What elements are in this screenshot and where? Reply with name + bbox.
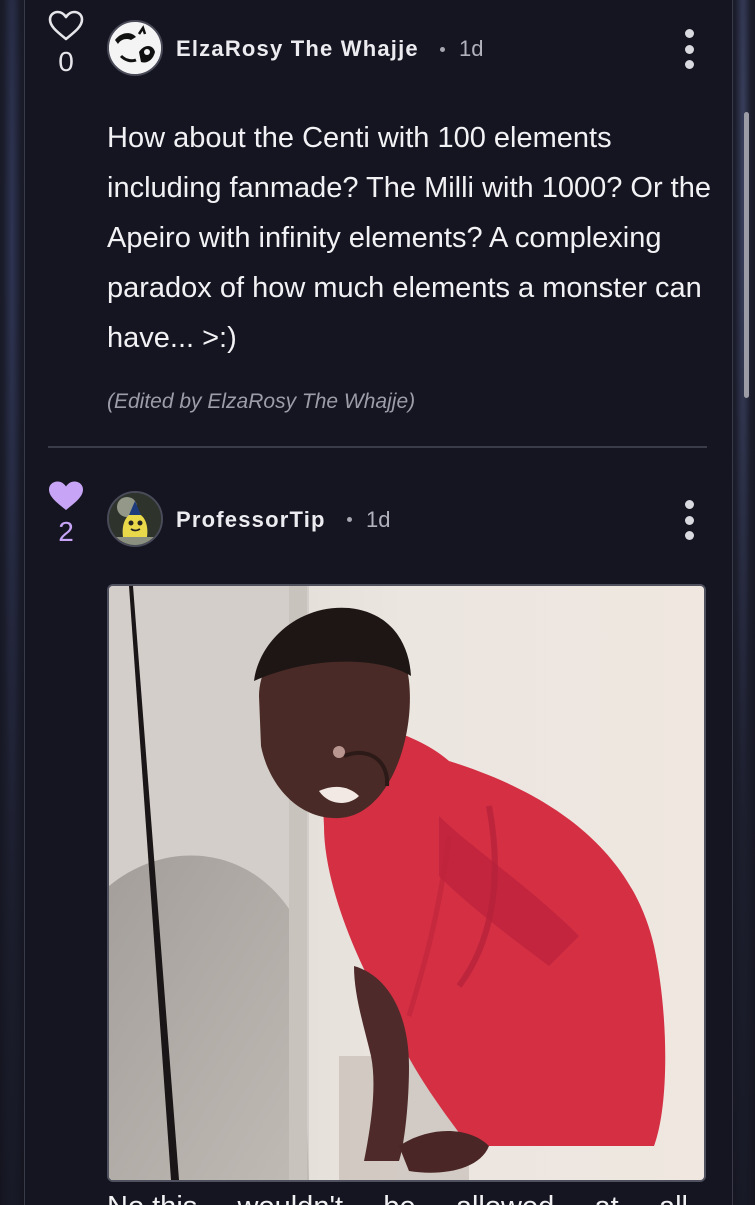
author-name[interactable]: ElzaRosy The Whajje xyxy=(176,36,419,62)
like-count: 2 xyxy=(58,516,74,547)
separator-dot xyxy=(347,517,352,522)
reaction-gif-image[interactable] xyxy=(107,584,706,1182)
more-options-button[interactable] xyxy=(679,29,699,69)
kebab-dot xyxy=(684,515,694,525)
screen: 0 ElzaRosy The Whajje 1d How about the C… xyxy=(0,0,755,1205)
like-button[interactable]: 0 xyxy=(46,10,86,78)
separator-dot xyxy=(440,47,445,52)
avatar[interactable] xyxy=(107,491,163,547)
background-right-edge xyxy=(731,0,755,1205)
kebab-dot xyxy=(684,531,694,540)
scrollbar-thumb[interactable] xyxy=(744,112,749,398)
kebab-dot xyxy=(684,44,694,54)
timestamp: 1d xyxy=(366,507,391,532)
heart-outline-icon xyxy=(48,10,84,42)
kebab-dot xyxy=(684,500,694,509)
comment-body: How about the Centi with 100 elements in… xyxy=(107,122,711,354)
kebab-dot xyxy=(684,60,694,69)
edited-note: (Edited by ElzaRosy The Whajje) xyxy=(107,390,416,413)
comment-body: No this ... wouldn't ... be ... allowed … xyxy=(107,1190,707,1205)
like-button[interactable]: 2 xyxy=(46,480,86,548)
comment-divider xyxy=(48,446,707,448)
author-name[interactable]: ProfessorTip xyxy=(176,507,326,533)
kebab-dot xyxy=(684,29,694,38)
timestamp: 1d xyxy=(459,36,484,61)
more-options-button[interactable] xyxy=(679,500,699,540)
heart-filled-icon xyxy=(48,480,84,512)
background-left-edge xyxy=(0,0,24,1205)
like-count: 0 xyxy=(58,46,74,77)
avatar[interactable] xyxy=(107,20,163,76)
